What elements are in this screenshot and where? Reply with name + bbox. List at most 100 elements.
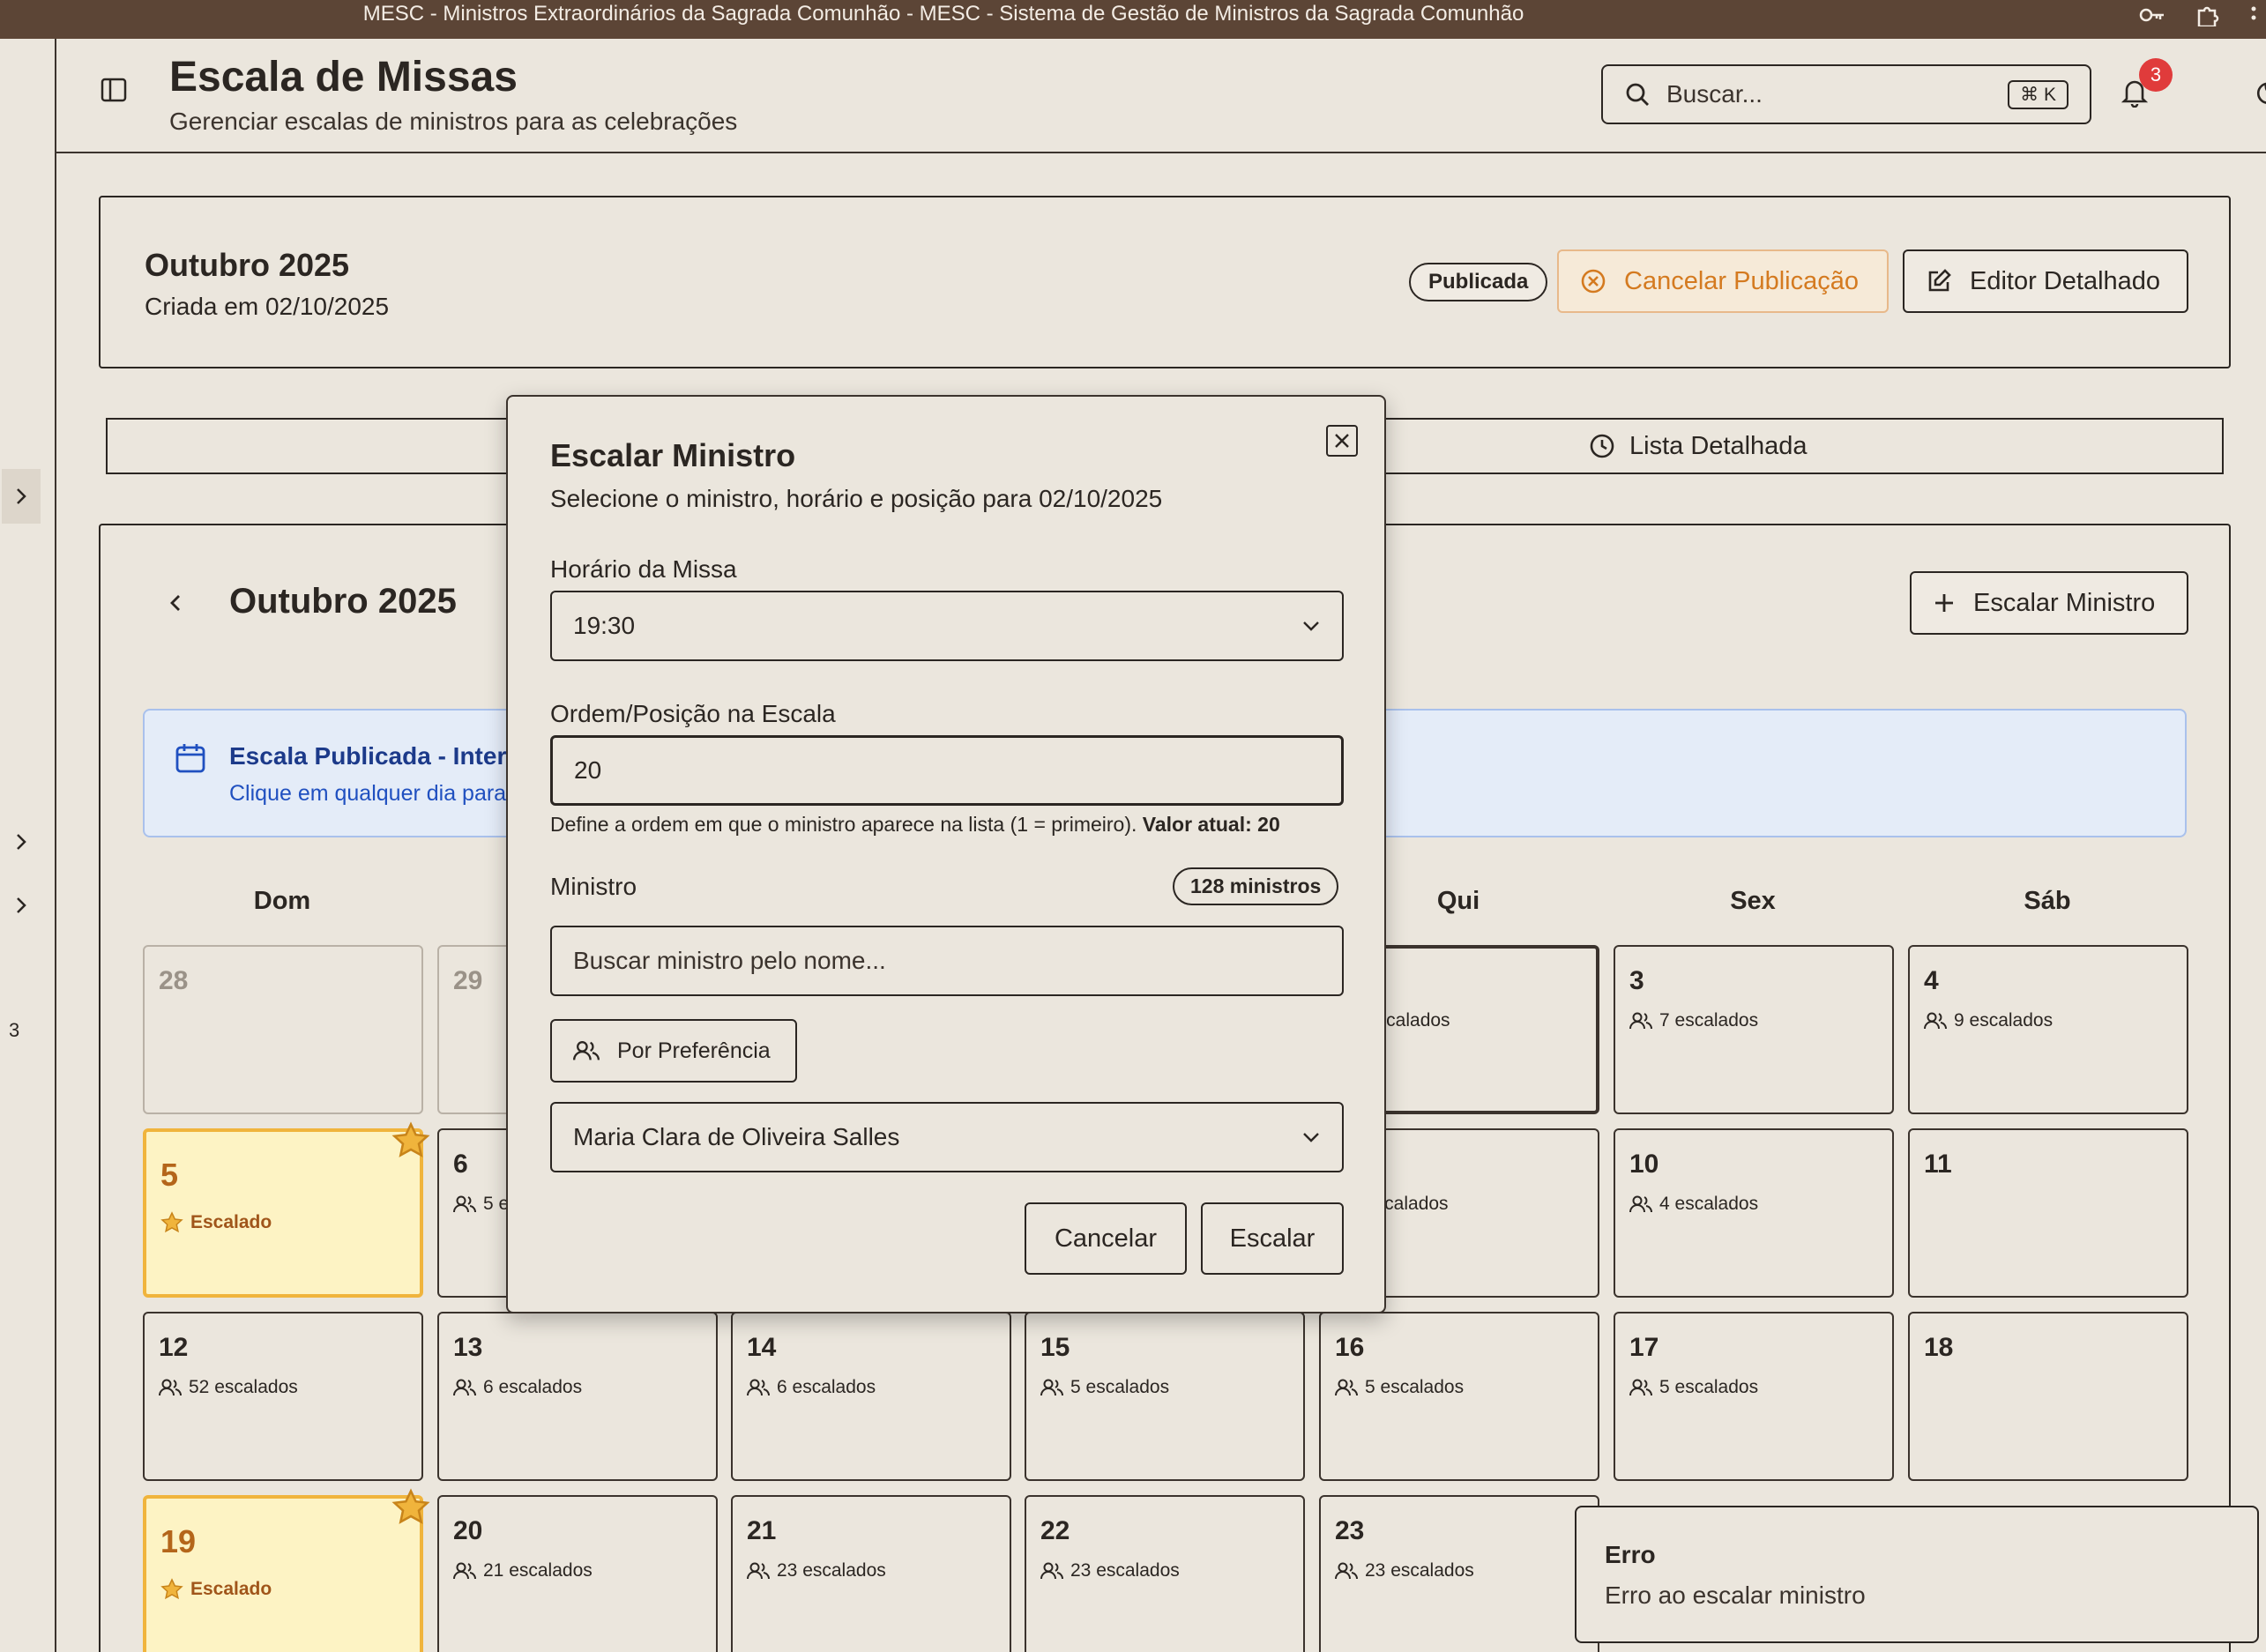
day-number: 21 bbox=[747, 1516, 777, 1545]
calendar-day[interactable]: 15 5 escalados bbox=[1025, 1312, 1305, 1481]
chevron-left-icon[interactable] bbox=[168, 591, 183, 615]
minister-label: Ministro bbox=[550, 873, 637, 900]
calendar-day[interactable]: 16 5 escalados bbox=[1319, 1312, 1599, 1481]
day-count: 21 escalados bbox=[453, 1560, 593, 1581]
tab-detailed-list[interactable]: Lista Detalhada bbox=[1589, 420, 1808, 473]
calendar-day[interactable]: 20 21 escalados bbox=[437, 1495, 718, 1652]
weekday-fri: Sex bbox=[1730, 887, 1776, 915]
x-circle-icon bbox=[1580, 268, 1606, 294]
day-count: 5 e bbox=[453, 1194, 509, 1215]
day-count: 4 escalados bbox=[1629, 1194, 1758, 1215]
moon-icon[interactable] bbox=[2255, 79, 2266, 106]
day-status: Escalado bbox=[160, 1578, 272, 1601]
day-count: 23 escalados bbox=[747, 1560, 886, 1581]
order-hint: Define a ordem em que o ministro aparece… bbox=[550, 813, 1280, 836]
day-number: 19 bbox=[160, 1523, 197, 1559]
calendar-day[interactable]: 23 23 escalados bbox=[1319, 1495, 1599, 1652]
order-label: Ordem/Posição na Escala bbox=[550, 700, 836, 727]
calendar-day[interactable]: 4 9 escalados bbox=[1908, 945, 2188, 1114]
day-number: 12 bbox=[159, 1333, 189, 1362]
dialog-description: Selecione o ministro, horário e posição … bbox=[550, 485, 1163, 512]
day-number: 28 bbox=[159, 966, 189, 995]
users-icon bbox=[1040, 1379, 1063, 1396]
edit-icon bbox=[1926, 268, 1952, 294]
users-icon bbox=[1629, 1195, 1652, 1213]
day-number: 6 bbox=[453, 1150, 468, 1179]
users-icon bbox=[1924, 1012, 1947, 1030]
sidebar-chevron-icon[interactable] bbox=[2, 815, 41, 869]
day-number: 20 bbox=[453, 1516, 483, 1545]
users-icon bbox=[453, 1562, 476, 1580]
calendar-day-assigned[interactable]: 5 Escalado bbox=[143, 1121, 430, 1298]
error-toast[interactable]: Erro Erro ao escalar ministro bbox=[1575, 1506, 2259, 1643]
more-icon[interactable] bbox=[2250, 5, 2257, 26]
minister-search-input[interactable]: Buscar ministro pelo nome... bbox=[550, 926, 1344, 996]
mass-time-label: Horário da Missa bbox=[550, 555, 737, 583]
schedule-title: Outubro 2025 bbox=[145, 247, 350, 283]
calendar-day[interactable]: 17 5 escalados bbox=[1614, 1312, 1894, 1481]
detailed-editor-label: Editor Detalhado bbox=[1970, 266, 2161, 295]
sidebar-expand-chevron-icon[interactable] bbox=[2, 469, 41, 524]
day-number: 16 bbox=[1335, 1333, 1365, 1362]
calendar-day[interactable]: 10 4 escalados bbox=[1614, 1128, 1894, 1298]
day-number: 4 bbox=[1924, 966, 1939, 995]
plus-icon bbox=[1933, 592, 1956, 614]
order-value: 20 bbox=[574, 756, 602, 784]
calendar-day[interactable]: 22 23 escalados bbox=[1025, 1495, 1305, 1652]
page-title: Escala de Missas bbox=[169, 54, 518, 100]
day-count: 52 escalados bbox=[159, 1377, 298, 1398]
search-shortcut: ⌘ K bbox=[2008, 79, 2068, 109]
escalar-button[interactable]: Escalar bbox=[1201, 1202, 1344, 1275]
users-icon bbox=[1629, 1379, 1652, 1396]
day-number: 14 bbox=[747, 1333, 777, 1362]
day-count: 6 escalados bbox=[453, 1377, 582, 1398]
order-input[interactable]: 20 bbox=[550, 735, 1344, 806]
cancel-button[interactable]: Cancelar bbox=[1025, 1202, 1187, 1275]
day-number: 17 bbox=[1629, 1333, 1659, 1362]
weekday-sun: Dom bbox=[253, 887, 311, 915]
dialog-title: Escalar Ministro bbox=[550, 437, 796, 473]
calendar-day-assigned[interactable]: 19 Escalado bbox=[143, 1488, 430, 1652]
calendar-day[interactable]: 13 6 escalados bbox=[437, 1312, 718, 1481]
calendar-day[interactable]: 11 bbox=[1908, 1128, 2188, 1298]
star-icon bbox=[160, 1578, 183, 1600]
escalar-ministro-button[interactable]: Escalar Ministro bbox=[1910, 571, 2188, 635]
chevron-down-icon bbox=[1301, 1131, 1321, 1143]
mass-time-value: 19:30 bbox=[573, 612, 636, 639]
close-icon[interactable] bbox=[1326, 425, 1358, 457]
minister-search-placeholder: Buscar ministro pelo nome... bbox=[573, 947, 886, 974]
escalar-ministro-label: Escalar Ministro bbox=[1973, 588, 2156, 617]
sidebar-chevron-icon[interactable] bbox=[2, 878, 41, 933]
calendar-day[interactable]: 28 bbox=[143, 945, 423, 1114]
detailed-editor-button[interactable]: Editor Detalhado bbox=[1903, 249, 2188, 313]
day-count: 9 escalados bbox=[1924, 1010, 2053, 1031]
day-number: 13 bbox=[453, 1333, 483, 1362]
minister-select[interactable]: Maria Clara de Oliveira Salles bbox=[550, 1102, 1344, 1172]
day-count: 23 escalados bbox=[1040, 1560, 1180, 1581]
key-icon[interactable] bbox=[2139, 5, 2165, 26]
sidebar-toggle-icon[interactable] bbox=[101, 78, 127, 102]
users-icon bbox=[1335, 1562, 1358, 1580]
calendar-day[interactable]: 18 bbox=[1908, 1312, 2188, 1481]
users-icon bbox=[747, 1379, 770, 1396]
users-icon bbox=[1629, 1012, 1652, 1030]
page-subtitle: Gerenciar escalas de ministros para as c… bbox=[169, 108, 738, 135]
calendar-day[interactable]: 14 6 escalados bbox=[731, 1312, 1011, 1481]
preference-filter-button[interactable]: Por Preferência bbox=[550, 1019, 797, 1083]
calendar-day[interactable]: 3 7 escalados bbox=[1614, 945, 1894, 1114]
day-count: 7 escalados bbox=[1629, 1010, 1758, 1031]
calendar-day[interactable]: 12 52 escalados bbox=[143, 1312, 423, 1481]
users-icon bbox=[573, 1039, 600, 1062]
cancel-publication-button[interactable]: Cancelar Publicação bbox=[1557, 249, 1889, 313]
chevron-down-icon bbox=[1301, 620, 1321, 632]
users-icon bbox=[453, 1195, 476, 1213]
mass-time-select[interactable]: 19:30 bbox=[550, 591, 1344, 661]
banner-text: Clique em qualquer dia para bbox=[229, 781, 507, 806]
calendar-day[interactable]: 21 23 escalados bbox=[731, 1495, 1011, 1652]
day-number: 10 bbox=[1629, 1150, 1659, 1179]
search-input[interactable]: Buscar... ⌘ K bbox=[1601, 64, 2091, 124]
search-icon bbox=[1624, 81, 1651, 108]
day-number: 18 bbox=[1924, 1333, 1954, 1362]
banner-title: Escala Publicada - Intera bbox=[229, 742, 520, 770]
extension-icon[interactable] bbox=[2195, 5, 2220, 26]
